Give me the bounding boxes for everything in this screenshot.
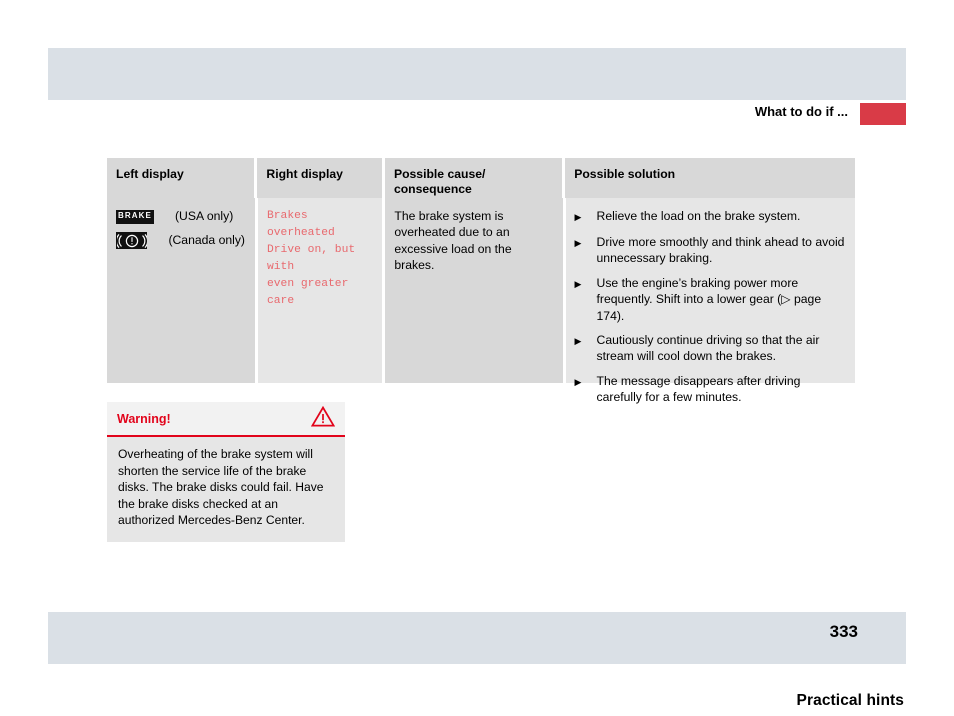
- brake-telltale-icon: BRAKE: [116, 209, 154, 224]
- list-item-label: Relieve the load on the brake system.: [596, 209, 801, 223]
- list-item: ▶ The message disappears after driving c…: [575, 373, 845, 406]
- warning-header: Warning!: [107, 402, 345, 437]
- list-item-label: Drive more smoothly and think ahead to a…: [596, 235, 845, 266]
- indicator-usa: BRAKE (USA only): [116, 208, 245, 225]
- warning-title: Warning!: [117, 411, 171, 426]
- triangle-bullet-icon: ▶: [574, 238, 582, 248]
- triangle-bullet-icon: ▶: [574, 212, 582, 222]
- warning-triangle-icon: [310, 405, 336, 432]
- cell-left-display: BRAKE (USA only) (Canada only): [107, 198, 255, 383]
- list-item: ▶ Cautiously continue driving so that th…: [575, 332, 845, 365]
- list-item: ▶ Use the engine’s braking power more fr…: [575, 275, 845, 324]
- table-row: BRAKE (USA only) (Canada only) Brakes ov…: [107, 198, 855, 404]
- list-item: ▶ Drive more smoothly and think ahead to…: [575, 234, 845, 267]
- cell-possible-solution: ▶ Relieve the load on the brake system. …: [565, 198, 855, 404]
- list-item-label: Use the engine’s braking power more freq…: [596, 275, 822, 323]
- indicator-usa-label: (USA only): [175, 209, 234, 224]
- brake-circle-telltale-icon: [116, 232, 148, 249]
- page-header-bar: [48, 48, 906, 100]
- page-number: 333: [829, 622, 858, 641]
- section-thumb-marker: [860, 103, 906, 125]
- cell-right-display: Brakes overheated Drive on, but with eve…: [258, 198, 383, 383]
- triangle-bullet-icon: ▶: [574, 336, 582, 347]
- list-item-label: The message disappears after driving car…: [596, 373, 801, 405]
- cell-possible-cause: The brake system is overheated due to an…: [385, 198, 563, 383]
- triangle-bullet-icon: ▶: [574, 376, 582, 387]
- indicator-canada-label: (Canada only): [168, 233, 245, 248]
- column-header-right-display: Right display: [257, 158, 382, 198]
- list-item-label: Cautiously continue driving so that the …: [596, 333, 820, 364]
- page-title: Practical hints: [796, 692, 904, 709]
- table-header-row: Left display Right display Possible caus…: [107, 158, 855, 198]
- warning-body-text: Overheating of the brake system will sho…: [118, 447, 324, 527]
- section-header: What to do if ...: [48, 103, 906, 125]
- column-header-possible-solution: Possible solution: [565, 158, 855, 198]
- list-item: ▶ Relieve the load on the brake system.: [575, 208, 845, 226]
- status-message-table: Left display Right display Possible caus…: [107, 158, 855, 404]
- page-footer-bar: 333: [48, 612, 906, 664]
- column-header-left-display: Left display: [107, 158, 255, 198]
- display-message-text: Brakes overheated Drive on, but with eve…: [267, 210, 356, 307]
- triangle-bullet-icon: ▶: [574, 278, 582, 289]
- warning-callout: Warning! Overheating of the brake system…: [107, 402, 345, 542]
- column-header-possible-cause: Possible cause/ consequence: [384, 158, 563, 198]
- indicator-canada: (Canada only): [116, 232, 245, 249]
- section-title: What to do if ...: [754, 104, 848, 119]
- solution-list: ▶ Relieve the load on the brake system. …: [575, 208, 845, 406]
